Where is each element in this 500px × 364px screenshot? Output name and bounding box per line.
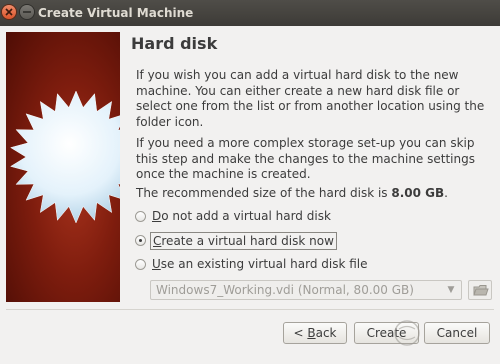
window-titlebar: Create Virtual Machine xyxy=(0,0,500,26)
recommended-size-prefix: The recommended size of the hard disk is xyxy=(136,186,392,200)
existing-disk-value: Windows7_Working.vdi (Normal, 80.00 GB) xyxy=(156,283,414,297)
button-separator xyxy=(6,309,494,310)
minimize-icon xyxy=(23,11,31,13)
choose-disk-file-button[interactable] xyxy=(468,280,492,300)
radio-label[interactable]: Do not add a virtual hard disk xyxy=(152,209,331,223)
radio-button[interactable] xyxy=(135,259,146,270)
close-icon xyxy=(5,8,13,16)
folder-icon xyxy=(473,285,489,296)
recommended-size-text: The recommended size of the hard disk is… xyxy=(136,186,492,202)
intro-text: If you wish you can add a virtual hard d… xyxy=(136,68,485,129)
radio-label[interactable]: Create a virtual hard disk now xyxy=(150,232,337,250)
wizard-side-art xyxy=(6,32,120,302)
cancel-button[interactable]: Cancel xyxy=(424,322,490,344)
recommended-size-value: 8.00 GB xyxy=(391,186,445,200)
close-button[interactable] xyxy=(2,5,16,19)
radio-button-selected[interactable] xyxy=(135,235,146,246)
minimize-button[interactable] xyxy=(20,5,34,19)
chevron-down-icon[interactable]: ▼ xyxy=(443,282,459,298)
existing-disk-select[interactable]: Windows7_Working.vdi (Normal, 80.00 GB) … xyxy=(150,280,462,300)
window-title: Create Virtual Machine xyxy=(38,6,194,20)
back-button[interactable]: < Back xyxy=(283,322,347,344)
recommended-size-suffix: . xyxy=(444,186,448,200)
radio-label[interactable]: Use an existing virtual hard disk file xyxy=(152,257,368,271)
watermark-logo xyxy=(394,320,420,346)
page-title: Hard disk xyxy=(131,34,218,53)
storage-help-text: If you need a more complex storage set-u… xyxy=(136,136,475,182)
starburst-icon xyxy=(10,90,120,224)
radio-button[interactable] xyxy=(135,211,146,222)
